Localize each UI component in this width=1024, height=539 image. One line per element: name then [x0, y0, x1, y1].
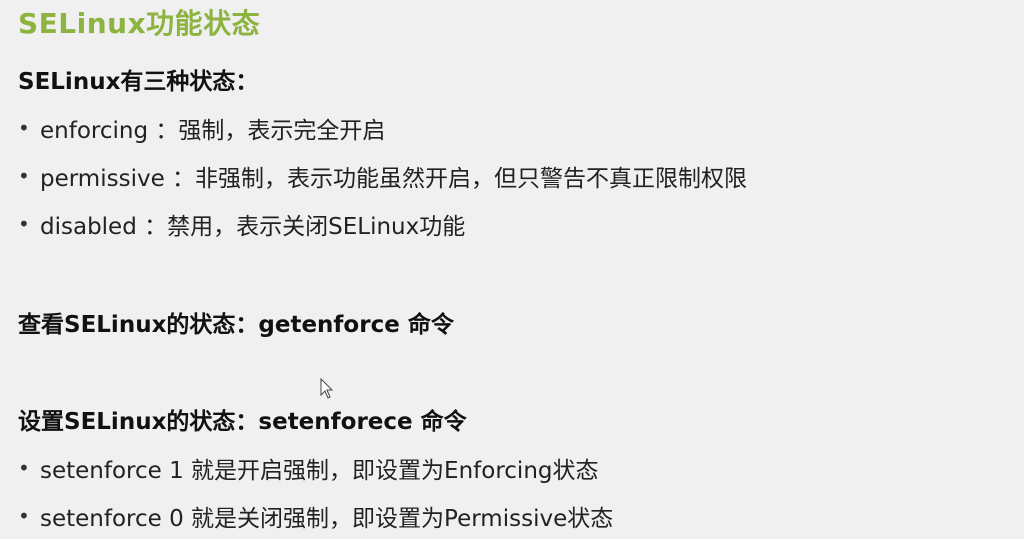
list-item-setenforce-0: • setenforce 0 就是关闭强制，即设置为Permissive状态 — [18, 499, 613, 533]
bullet-icon: • — [18, 164, 30, 188]
list-item-enforcing: • enforcing ：强制，表示完全开启 — [18, 111, 385, 145]
list-item-setenforce-1: • setenforce 1 就是开启强制，即设置为Enforcing状态 — [18, 451, 599, 485]
section-heading-getenforce: 查看SELinux的状态：getenforce 命令 — [18, 312, 454, 338]
list-item-text: setenforce 0 就是关闭强制，即设置为Permissive状态 — [40, 506, 614, 532]
section-heading-states: SELinux有三种状态： — [18, 69, 259, 95]
bullet-icon: • — [18, 456, 30, 480]
bullet-icon: • — [18, 212, 30, 236]
slide: SELinux功能状态 SELinux有三种状态： • enforcing ：强… — [0, 0, 1024, 539]
list-item-text: permissive ：非强制，表示功能虽然开启，但只警告不真正限制权限 — [40, 166, 748, 192]
slide-title: SELinux功能状态 — [18, 7, 261, 40]
list-item-text: enforcing ：强制，表示完全开启 — [40, 118, 386, 144]
mouse-pointer-icon — [320, 378, 334, 399]
bullet-icon: • — [18, 504, 30, 528]
section-heading-setenforce: 设置SELinux的状态：setenforece 命令 — [18, 409, 467, 435]
bullet-icon: • — [18, 116, 30, 140]
list-item-permissive: • permissive ：非强制，表示功能虽然开启，但只警告不真正限制权限 — [18, 159, 747, 193]
list-item-disabled: • disabled ：禁用，表示关闭SELinux功能 — [18, 207, 465, 241]
list-item-text: setenforce 1 就是开启强制，即设置为Enforcing状态 — [40, 458, 599, 484]
list-item-text: disabled ：禁用，表示关闭SELinux功能 — [40, 214, 466, 240]
